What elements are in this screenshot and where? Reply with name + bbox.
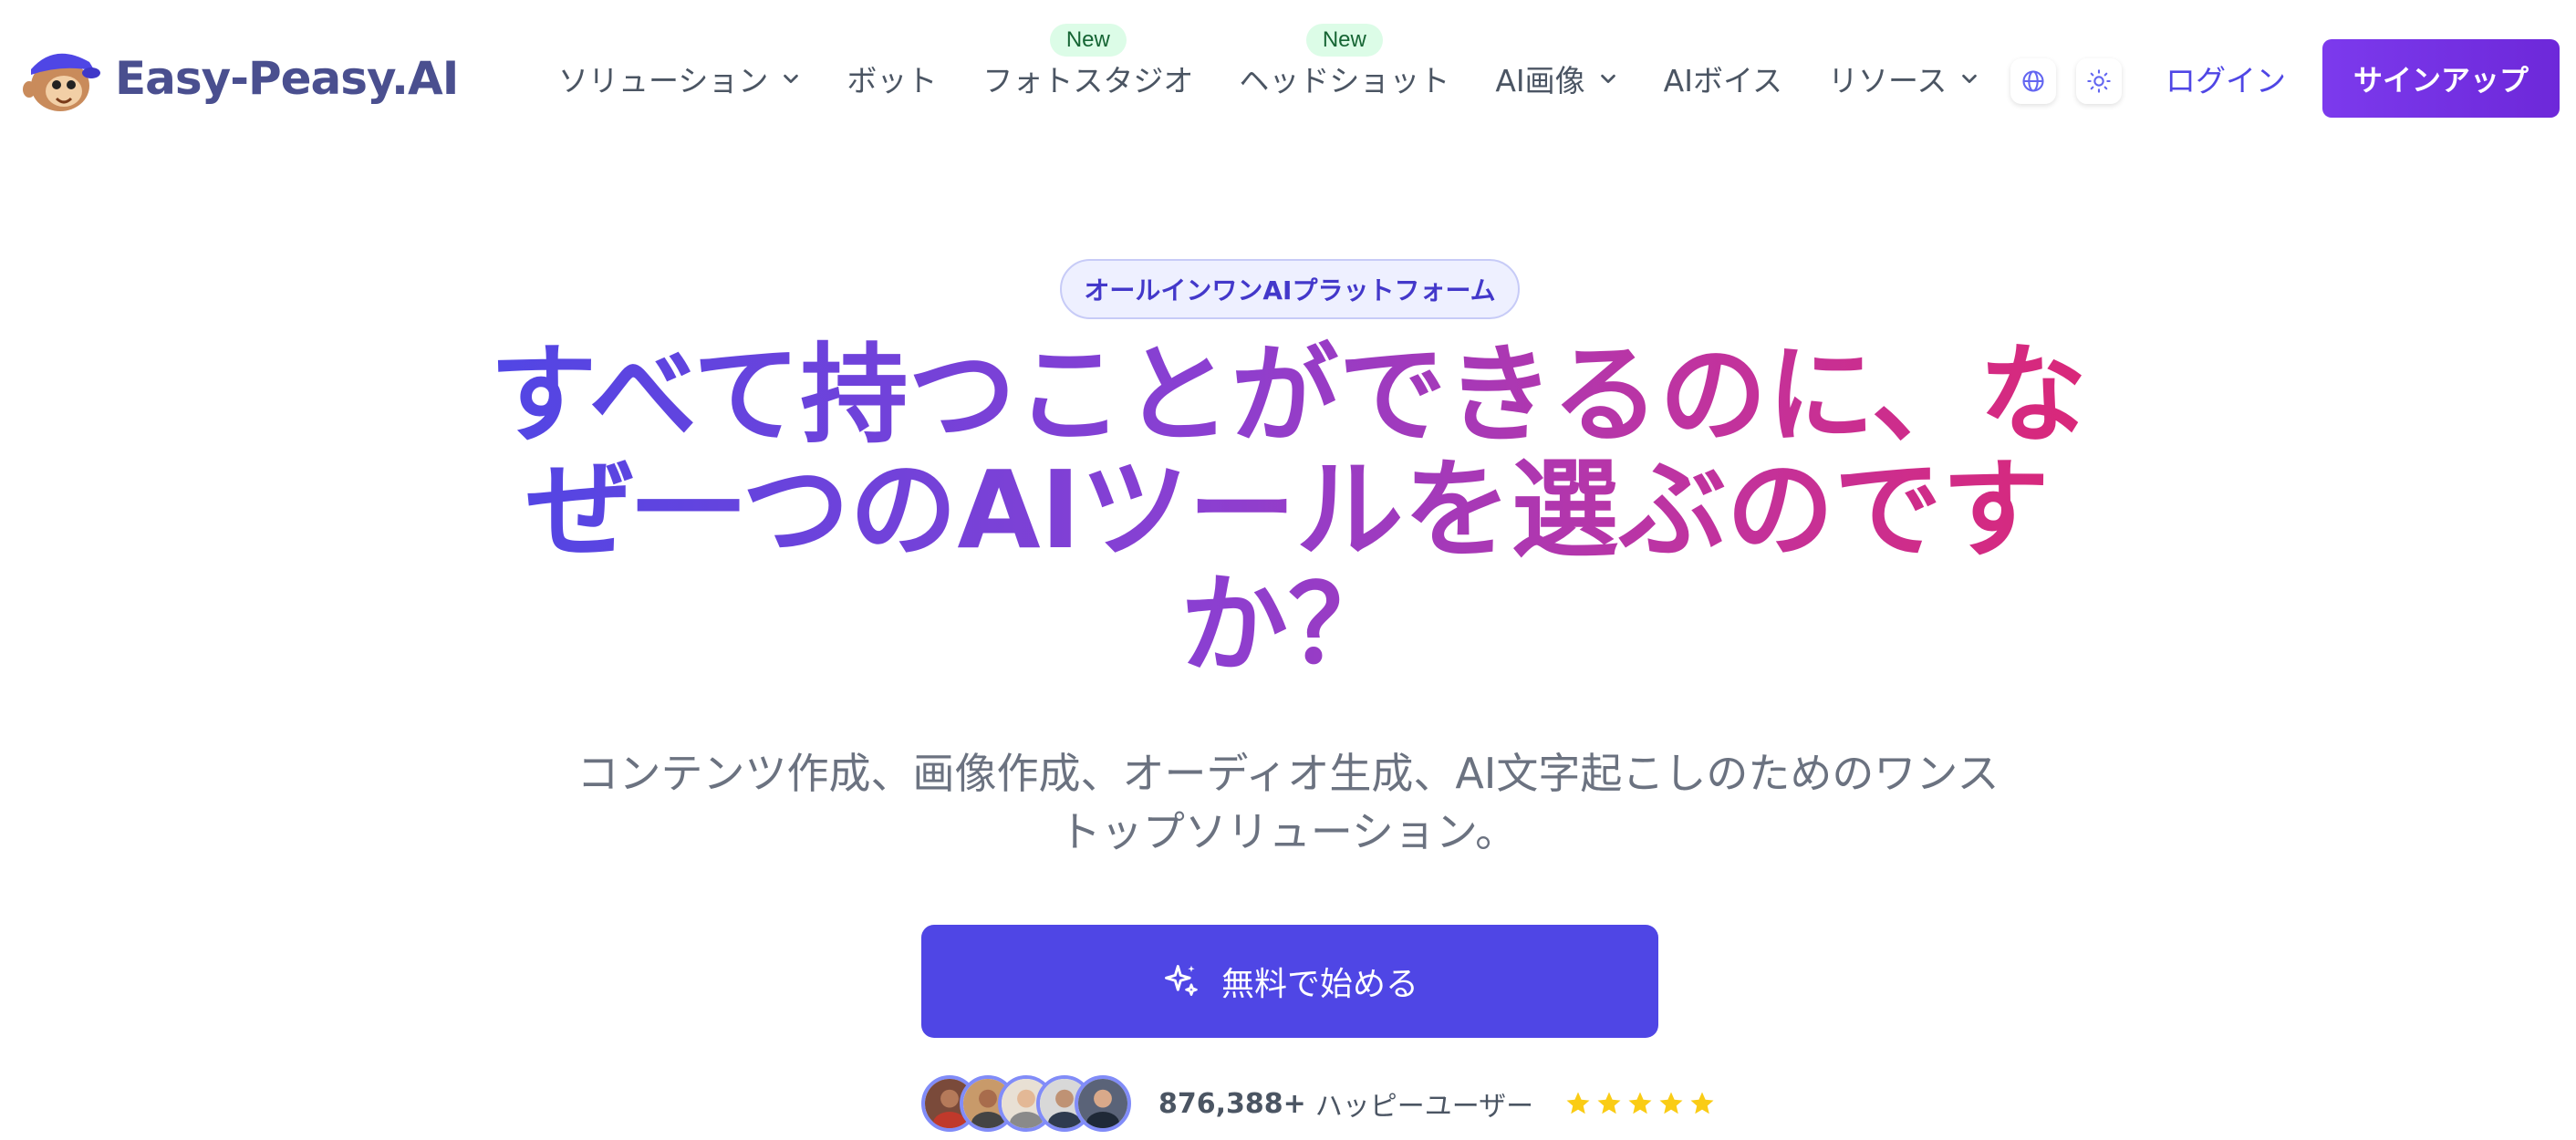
nav-item-label: ソリューション [558, 63, 769, 98]
rating-stars [1564, 1090, 1719, 1117]
cta-label: 無料で始める [1220, 966, 1418, 1003]
login-link[interactable]: ログイン [2166, 57, 2286, 100]
globe-icon [2022, 70, 2044, 92]
star-icon [1566, 1092, 1590, 1114]
theme-toggle-button[interactable] [2076, 58, 2122, 104]
brand-logo[interactable]: Easy-Peasy.AI [18, 42, 459, 115]
user-avatars [921, 1075, 1131, 1132]
signup-button[interactable]: サインアップ [2322, 39, 2560, 118]
nav-item-label: ボット [847, 63, 938, 98]
star-icon [1628, 1092, 1652, 1114]
nav-item-label: ヘッドショット [1239, 63, 1450, 98]
chevron-down-icon [784, 74, 799, 84]
chevron-down-icon [1962, 74, 1978, 84]
star-icon [1597, 1092, 1621, 1114]
main-nav: ソリューション ボット New フォトスタジオ New ヘッドショット AI画像… [558, 24, 2025, 104]
top-navbar: Easy-Peasy.AI ソリューション ボット New フォトスタジオ Ne… [0, 0, 2576, 157]
platform-pill: オールインワンAIプラットフォーム [1060, 259, 1520, 319]
star-icon [1659, 1092, 1683, 1114]
social-proof: 876,388+ ハッピーユーザー [921, 1073, 1719, 1135]
monkey-mascot-icon [23, 53, 100, 111]
sun-icon [2087, 69, 2111, 93]
chevron-down-icon [1600, 74, 1615, 84]
brand-name: Easy-Peasy.AI [115, 52, 459, 105]
nav-item-photo-studio[interactable]: New フォトスタジオ [982, 24, 1194, 100]
new-badge: New [1049, 24, 1127, 57]
nav-item-label: フォトスタジオ [982, 63, 1194, 98]
hero-subheadline: コンテンツ作成、画像作成、オーディオ生成、AI文字起こしのためのワンストップソリ… [576, 749, 2000, 856]
sparkles-icon [1165, 965, 1198, 996]
new-badge: New [1305, 24, 1383, 57]
star-icon [1690, 1092, 1714, 1114]
happy-users-label: ハッピーユーザー [1314, 1091, 1534, 1123]
nav-item-ai-image[interactable]: AI画像 [1495, 57, 1617, 100]
nav-item-bots[interactable]: ボット [847, 57, 937, 100]
nav-item-resources[interactable]: リソース [1828, 57, 1979, 100]
hero-headline: すべて持つことができるのに、なぜ一つのAIツールを選ぶのですか？ [467, 337, 2109, 682]
language-button[interactable] [2010, 58, 2056, 104]
avatar [1075, 1075, 1131, 1132]
nav-item-headshot[interactable]: New ヘッドショット [1239, 24, 1450, 100]
nav-item-label: リソース [1827, 63, 1948, 98]
nav-item-ai-voice[interactable]: AIボイス [1664, 57, 1782, 100]
nav-item-label: AI画像 [1495, 63, 1585, 98]
nav-item-solutions[interactable]: ソリューション [558, 57, 801, 100]
nav-item-label: AIボイス [1663, 63, 1782, 98]
happy-users-count: 876,388+ [1158, 1087, 1306, 1120]
get-started-free-button[interactable]: 無料で始める [921, 925, 1658, 1038]
